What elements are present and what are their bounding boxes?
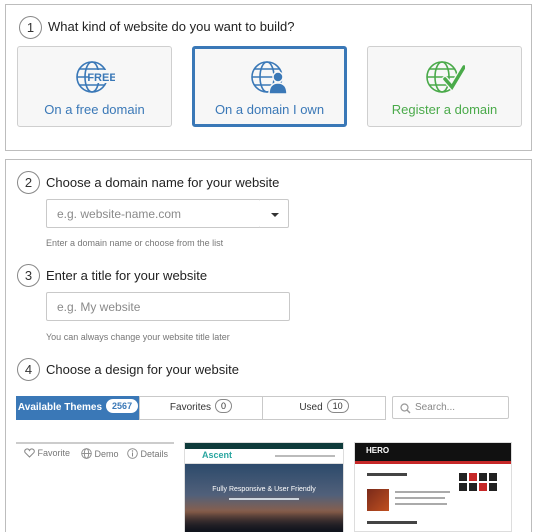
theme-post-title xyxy=(367,473,407,476)
theme-hero-subtext xyxy=(229,498,299,500)
free-domain-label: On a free domain xyxy=(44,102,145,117)
theme-hero-image: Fully Responsive & User Friendly xyxy=(185,464,343,532)
theme-post-title xyxy=(367,521,417,524)
tab-favorites-label: Favorites xyxy=(169,402,212,413)
used-count: 10 xyxy=(326,399,349,413)
globe-icon xyxy=(81,448,92,459)
free-domain-option[interactable]: FREE On a free domain xyxy=(17,46,172,127)
theme-search-input[interactable] xyxy=(415,399,505,416)
register-domain-label: Register a domain xyxy=(391,102,498,117)
theme-card-blank[interactable]: Favorite Demo Details xyxy=(16,442,174,532)
globe-check-icon xyxy=(425,61,465,93)
step-2-title: Choose a domain name for your website xyxy=(46,175,280,190)
details-action[interactable]: Details xyxy=(127,448,168,459)
theme-card-ascent[interactable]: Ascent Fully Responsive & User Friendly xyxy=(184,442,344,532)
theme-card-actions: Favorite Demo Details xyxy=(16,448,174,464)
globe-user-icon xyxy=(250,61,288,94)
globe-free-icon: FREE xyxy=(75,61,115,93)
theme-logo: Ascent xyxy=(202,450,233,460)
heart-icon xyxy=(24,448,35,458)
domain-dropdown-button[interactable] xyxy=(260,199,289,228)
tab-used-label: Used xyxy=(299,402,323,413)
title-help-text: You can always change your website title… xyxy=(46,332,230,342)
caret-down-icon xyxy=(271,213,279,217)
tab-available-themes[interactable]: Available Themes 2567 xyxy=(16,396,140,420)
theme-navbar: Ascent xyxy=(185,449,343,464)
step-1-title: What kind of website do you want to buil… xyxy=(48,19,295,34)
theme-hero-headline: Fully Responsive & User Friendly xyxy=(212,486,316,493)
theme-card-hero[interactable]: HERO xyxy=(354,442,512,532)
info-icon xyxy=(127,448,138,459)
tab-used[interactable]: Used 10 xyxy=(262,396,386,420)
website-details-panel: 2 Choose a domain name for your website … xyxy=(5,159,532,532)
theme-menu xyxy=(275,455,335,457)
theme-post-text xyxy=(395,497,445,499)
register-domain-option[interactable]: Register a domain xyxy=(367,46,522,127)
domain-name-input[interactable] xyxy=(46,199,261,228)
tab-available-themes-label: Available Themes xyxy=(17,402,103,413)
step-3-title: Enter a title for your website xyxy=(46,268,208,283)
domain-help-text: Enter a domain name or choose from the l… xyxy=(46,238,224,248)
step-3-number: 3 xyxy=(17,264,40,287)
theme-accent-bar xyxy=(355,461,511,464)
own-domain-option[interactable]: On a domain I own xyxy=(192,46,347,127)
website-type-panel: 1 What kind of website do you want to bu… xyxy=(5,4,532,151)
svg-text:FREE: FREE xyxy=(87,72,115,84)
step-4-title: Choose a design for your website xyxy=(46,362,239,377)
theme-post-text xyxy=(395,491,450,493)
theme-logo: HERO xyxy=(366,446,390,455)
theme-hero-skyline xyxy=(185,510,343,532)
step-2-number: 2 xyxy=(17,171,40,194)
theme-sidebar-grid xyxy=(459,473,499,513)
step-1-number: 1 xyxy=(19,16,42,39)
search-icon xyxy=(400,403,411,414)
favorite-action[interactable]: Favorite xyxy=(24,448,70,458)
theme-header: HERO xyxy=(355,443,511,461)
theme-search-box[interactable] xyxy=(392,396,509,419)
favorites-count: 0 xyxy=(215,399,233,413)
tab-favorites[interactable]: Favorites 0 xyxy=(139,396,263,420)
demo-action[interactable]: Demo xyxy=(81,448,119,459)
own-domain-label: On a domain I own xyxy=(214,102,325,117)
step-4-number: 4 xyxy=(17,358,40,381)
theme-post-text xyxy=(395,503,447,505)
website-title-input[interactable] xyxy=(46,292,290,321)
theme-post-thumb xyxy=(367,489,389,511)
available-themes-count: 2567 xyxy=(106,399,139,413)
